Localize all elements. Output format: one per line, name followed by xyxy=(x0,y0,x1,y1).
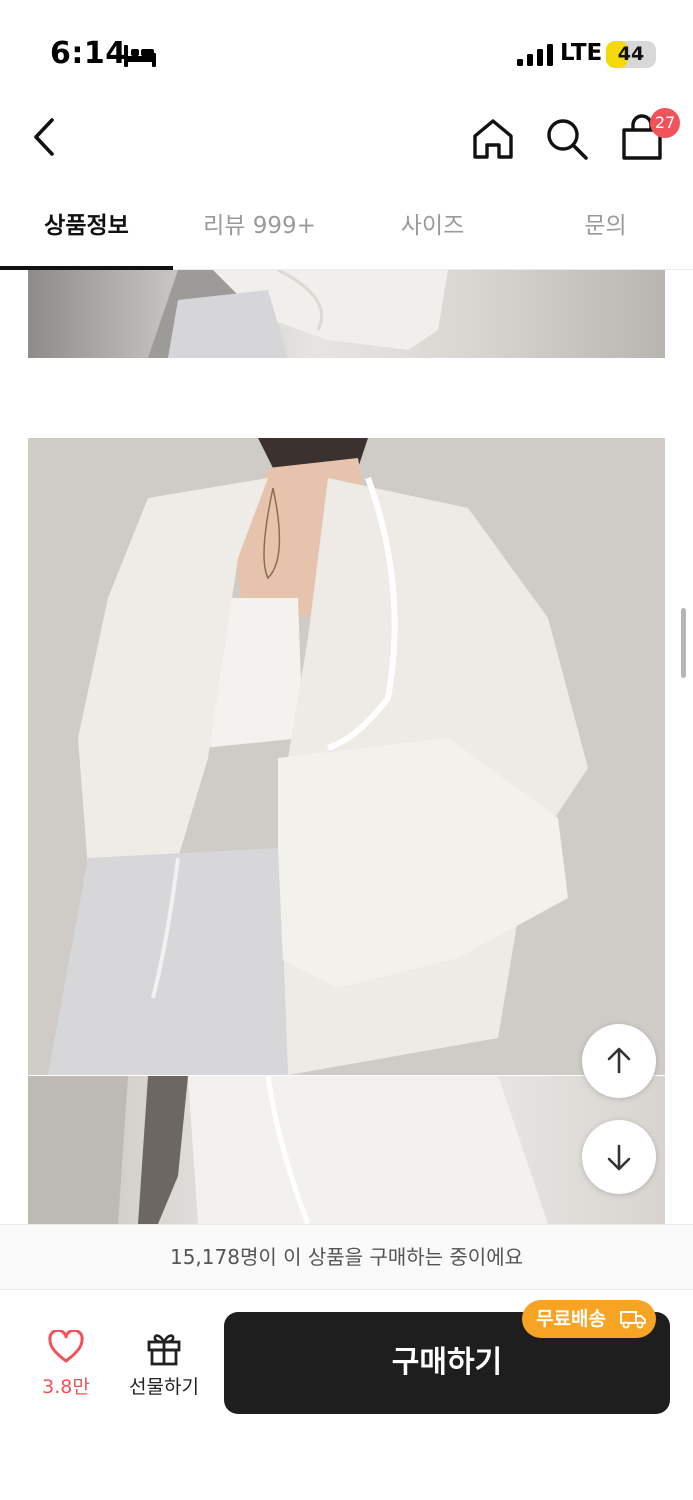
scroll-indicator[interactable] xyxy=(681,608,686,678)
truck-icon xyxy=(620,1311,646,1329)
cart-count-badge: 27 xyxy=(650,108,680,138)
tab-product-info[interactable]: 상품정보 xyxy=(0,184,173,270)
product-tabs: 상품정보 리뷰 999+ 사이즈 문의 xyxy=(0,184,693,270)
like-button[interactable]: 3.8만 xyxy=(26,1330,106,1410)
gift-icon xyxy=(147,1334,181,1366)
heart-icon xyxy=(48,1330,84,1363)
cellular-signal-icon xyxy=(517,44,553,66)
gift-label: 선물하기 xyxy=(129,1376,199,1398)
tab-inquiry[interactable]: 문의 xyxy=(519,184,692,270)
scroll-to-top-button[interactable] xyxy=(582,1024,656,1098)
chevron-left-icon[interactable] xyxy=(24,114,66,160)
arrow-down-icon xyxy=(607,1144,631,1171)
status-time: 6:14 xyxy=(50,36,127,71)
free-shipping-label: 무료배송 xyxy=(536,1308,606,1330)
network-label: LTE xyxy=(560,40,603,66)
tab-size[interactable]: 사이즈 xyxy=(346,184,519,270)
product-photo-bottom xyxy=(28,1076,665,1224)
battery-level: 44 xyxy=(617,43,645,65)
gift-button[interactable]: 선물하기 xyxy=(118,1330,210,1410)
arrow-up-icon xyxy=(607,1047,631,1074)
bed-icon xyxy=(124,45,156,67)
tab-reviews[interactable]: 리뷰 999+ xyxy=(173,184,346,270)
search-icon[interactable] xyxy=(542,114,592,164)
like-count: 3.8만 xyxy=(42,1376,90,1398)
home-icon[interactable] xyxy=(468,114,518,164)
free-shipping-badge: 무료배송 xyxy=(522,1300,656,1338)
status-bar: 6:14 LTE 44 xyxy=(0,0,693,100)
purchase-activity-notice: 15,178명이 이 상품을 구매하는 중이에요 xyxy=(0,1224,693,1290)
product-photo-main xyxy=(28,438,665,1075)
top-navigation xyxy=(0,100,693,180)
battery-indicator: 44 xyxy=(606,41,656,68)
product-photo-top xyxy=(28,270,665,358)
scroll-down-button[interactable] xyxy=(582,1120,656,1194)
